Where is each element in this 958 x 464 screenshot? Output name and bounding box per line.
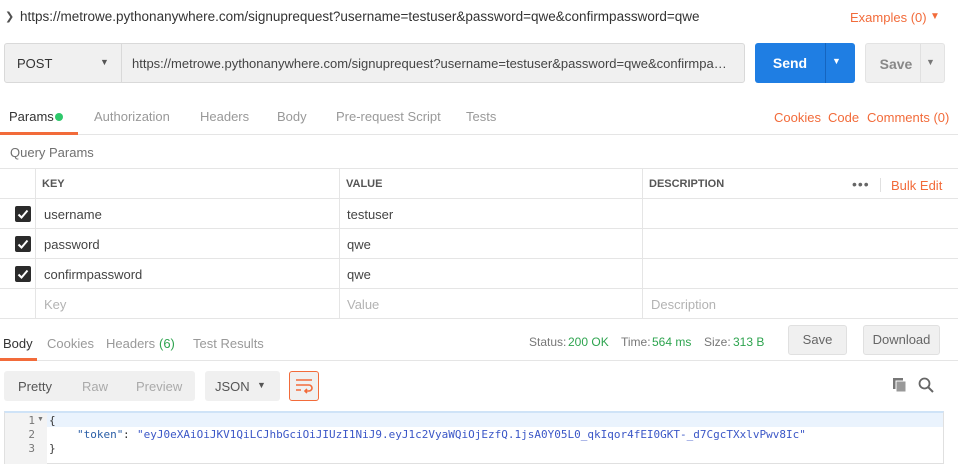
column-header-key: KEY — [42, 178, 65, 190]
tab-pre-request-script[interactable]: Pre-request Script — [336, 109, 441, 124]
line-number: 3 — [28, 442, 35, 455]
format-select[interactable]: JSON ▼ — [205, 371, 280, 401]
col-divider — [35, 168, 36, 319]
comments-link[interactable]: Comments (0) — [867, 110, 949, 125]
active-response-tab-indicator — [0, 358, 37, 361]
view-pretty[interactable]: Pretty — [18, 379, 52, 394]
code-brace-open: { — [49, 414, 56, 427]
save-response-button[interactable]: Save — [788, 325, 847, 355]
tab-headers[interactable]: Headers — [200, 109, 249, 124]
bulk-edit-link[interactable]: Bulk Edit — [891, 178, 942, 193]
params-active-dot — [55, 113, 63, 121]
row-divider — [0, 198, 958, 199]
json-key: "token" — [77, 428, 124, 441]
tab-body[interactable]: Body — [277, 109, 307, 124]
status-label: Status: — [529, 335, 567, 349]
current-line-highlight — [47, 413, 943, 427]
param-key[interactable]: username — [44, 207, 102, 222]
download-button[interactable]: Download — [863, 325, 940, 355]
line-gutter: 1 ▼ 2 3 — [5, 413, 47, 464]
url-input-value: https://metrowe.pythonanywhere.com/signu… — [132, 56, 732, 71]
request-title[interactable]: https://metrowe.pythonanywhere.com/signu… — [20, 9, 699, 24]
code-link[interactable]: Code — [828, 110, 859, 125]
headers-count: (6) — [159, 336, 175, 351]
view-preview[interactable]: Preview — [136, 379, 182, 394]
view-mode-group: Pretty Raw Preview — [4, 371, 195, 401]
view-raw[interactable]: Raw — [82, 379, 108, 394]
param-value[interactable]: qwe — [347, 237, 371, 252]
checkbox-checked-icon[interactable] — [15, 206, 31, 222]
params-table: KEY VALUE DESCRIPTION ••• Bulk Edit user… — [0, 168, 958, 319]
url-input[interactable]: https://metrowe.pythonanywhere.com/signu… — [121, 43, 745, 83]
send-button[interactable]: Send ▼ — [755, 43, 855, 83]
response-tab-body[interactable]: Body — [3, 336, 33, 351]
caret-down-icon[interactable]: ▼ — [930, 11, 940, 22]
row-divider — [0, 258, 958, 259]
new-value-input[interactable]: Value — [347, 297, 379, 312]
method-label: POST — [17, 56, 53, 71]
format-label: JSON — [215, 379, 250, 394]
line-number: 2 — [28, 428, 35, 441]
json-value: "eyJ0eXAiOiJKV1QiLCJhbGciOiJIUzI1NiJ9.ey… — [137, 428, 806, 441]
status-value: 200 OK — [568, 335, 609, 349]
new-description-input[interactable]: Description — [651, 297, 716, 312]
examples-dropdown[interactable]: Examples (0) — [850, 10, 927, 25]
param-value[interactable]: testuser — [347, 207, 393, 222]
query-params-label: Query Params — [10, 145, 94, 160]
checkbox-checked-icon[interactable] — [15, 266, 31, 282]
time-label: Time: — [621, 335, 651, 349]
size-label: Size: — [704, 335, 731, 349]
param-key[interactable]: password — [44, 237, 100, 252]
column-header-description: DESCRIPTION — [649, 178, 725, 190]
caret-down-icon[interactable]: ▼ — [832, 56, 841, 66]
tab-params[interactable]: Params — [9, 109, 54, 124]
tab-authorization[interactable]: Authorization — [94, 109, 170, 124]
wrap-lines-icon[interactable] — [289, 371, 319, 401]
send-divider — [825, 43, 826, 83]
caret-down-icon[interactable]: ▼ — [926, 57, 935, 67]
request-title-row: ❯ https://metrowe.pythonanywhere.com/sig… — [0, 0, 958, 36]
col-divider — [642, 168, 643, 319]
size-value: 313 B — [733, 335, 765, 349]
request-tabs: Params Authorization Headers Body Pre-re… — [0, 100, 958, 135]
caret-down-icon: ▼ — [257, 380, 266, 390]
caret-down-icon: ▼ — [100, 57, 109, 67]
response-tabs: Body Cookies Headers (6) Test Results St… — [0, 323, 958, 361]
chevron-right-icon[interactable]: ❯ — [5, 10, 14, 23]
response-tab-cookies[interactable]: Cookies — [47, 336, 94, 351]
fold-caret-icon[interactable]: ▼ — [37, 416, 44, 423]
send-label: Send — [772, 55, 808, 71]
copy-icon[interactable] — [892, 377, 908, 396]
new-key-input[interactable]: Key — [44, 297, 66, 312]
cookies-link[interactable]: Cookies — [774, 110, 821, 125]
row-divider — [0, 228, 958, 229]
col-divider — [339, 168, 340, 319]
time-value: 564 ms — [652, 335, 692, 349]
response-tab-test-results[interactable]: Test Results — [193, 336, 264, 351]
row-divider — [0, 288, 958, 289]
tab-tests[interactable]: Tests — [466, 109, 496, 124]
save-button[interactable]: Save ▼ — [865, 43, 945, 83]
table-border — [0, 168, 958, 169]
response-body-editor[interactable]: 1 ▼ 2 3 { "token" : "eyJ0eXAiOiJKV1QiLCJ… — [4, 411, 944, 464]
save-divider — [920, 44, 921, 82]
column-header-value: VALUE — [346, 178, 383, 190]
checkbox-checked-icon[interactable] — [15, 236, 31, 252]
code-brace-close: } — [49, 442, 56, 455]
param-value[interactable]: qwe — [347, 267, 371, 282]
param-key[interactable]: confirmpassword — [44, 267, 142, 282]
save-label: Save — [879, 56, 913, 72]
active-tab-indicator — [0, 132, 78, 135]
line-number: 1 — [28, 414, 35, 427]
row-divider — [0, 318, 958, 319]
json-colon: : — [123, 428, 130, 441]
method-select[interactable]: POST ▼ — [4, 43, 122, 83]
search-icon[interactable] — [918, 377, 934, 396]
response-tab-headers[interactable]: Headers — [106, 336, 155, 351]
bulk-divider — [880, 178, 881, 192]
more-dots-icon[interactable]: ••• — [852, 176, 870, 192]
